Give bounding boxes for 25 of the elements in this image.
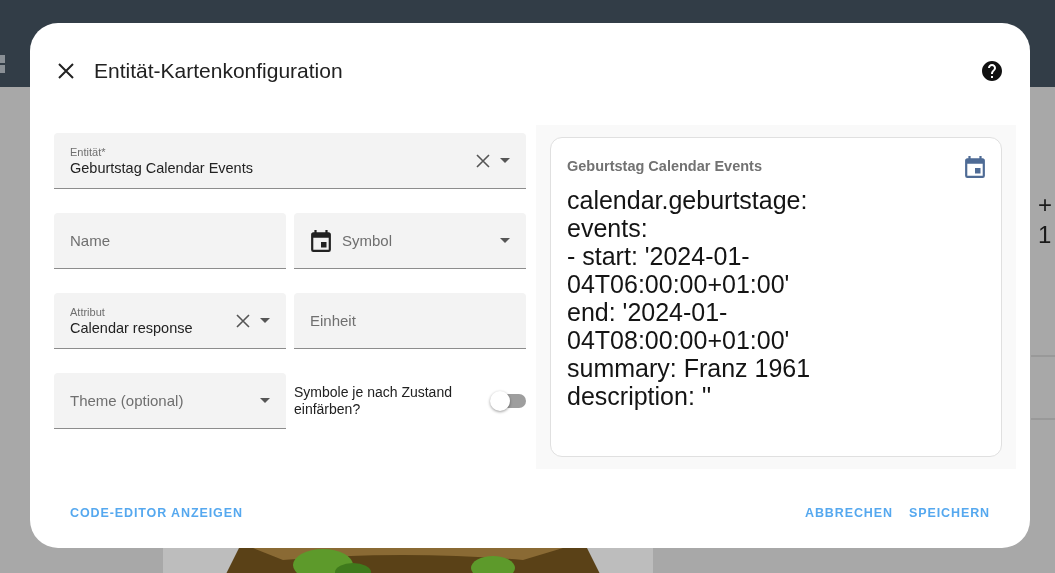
background-text: 1 — [1038, 220, 1053, 250]
text-field[interactable]: Name — [54, 213, 286, 269]
toggle-label: Symbole je nach Zustand einfärben? — [294, 384, 453, 418]
dropdown-caret-icon[interactable] — [500, 158, 510, 163]
calendar-icon — [965, 156, 985, 178]
dropdown-caret-icon[interactable] — [260, 318, 270, 323]
grid-icon[interactable] — [0, 55, 6, 73]
select-field[interactable]: Attribut Calendar response — [54, 293, 286, 349]
select-field[interactable]: Theme (optional) — [54, 373, 286, 429]
clear-icon[interactable] — [476, 153, 490, 168]
text-field[interactable]: Einheit — [294, 293, 526, 349]
background-text: + — [1038, 190, 1053, 220]
text-button[interactable]: ABBRECHEN — [797, 500, 901, 526]
card-title: Geburtstag Calendar Events — [567, 157, 762, 174]
help-icon[interactable] — [980, 59, 1004, 83]
text-button[interactable]: SPEICHERN — [900, 500, 998, 526]
dropdown-caret-icon[interactable] — [500, 238, 510, 243]
select-field[interactable]: Entität* Geburtstag Calendar Events — [54, 133, 526, 189]
dropdown-caret-icon[interactable] — [260, 398, 270, 403]
text-button[interactable]: CODE-EDITOR ANZEIGEN — [62, 500, 251, 526]
clear-icon[interactable] — [236, 313, 250, 328]
icon-select-field[interactable]: Symbol — [294, 213, 526, 269]
dialog-title: Entität-Kartenkonfiguration — [94, 59, 344, 83]
calendar-icon — [310, 229, 332, 252]
attribute-value-text: calendar.geburtstage: events: - start: '2024-01- 04T06:00:00+01:00' end: '2024-01- 04T08:00:00+01:00' summary: Franz 1961 description: '' — [567, 186, 812, 410]
